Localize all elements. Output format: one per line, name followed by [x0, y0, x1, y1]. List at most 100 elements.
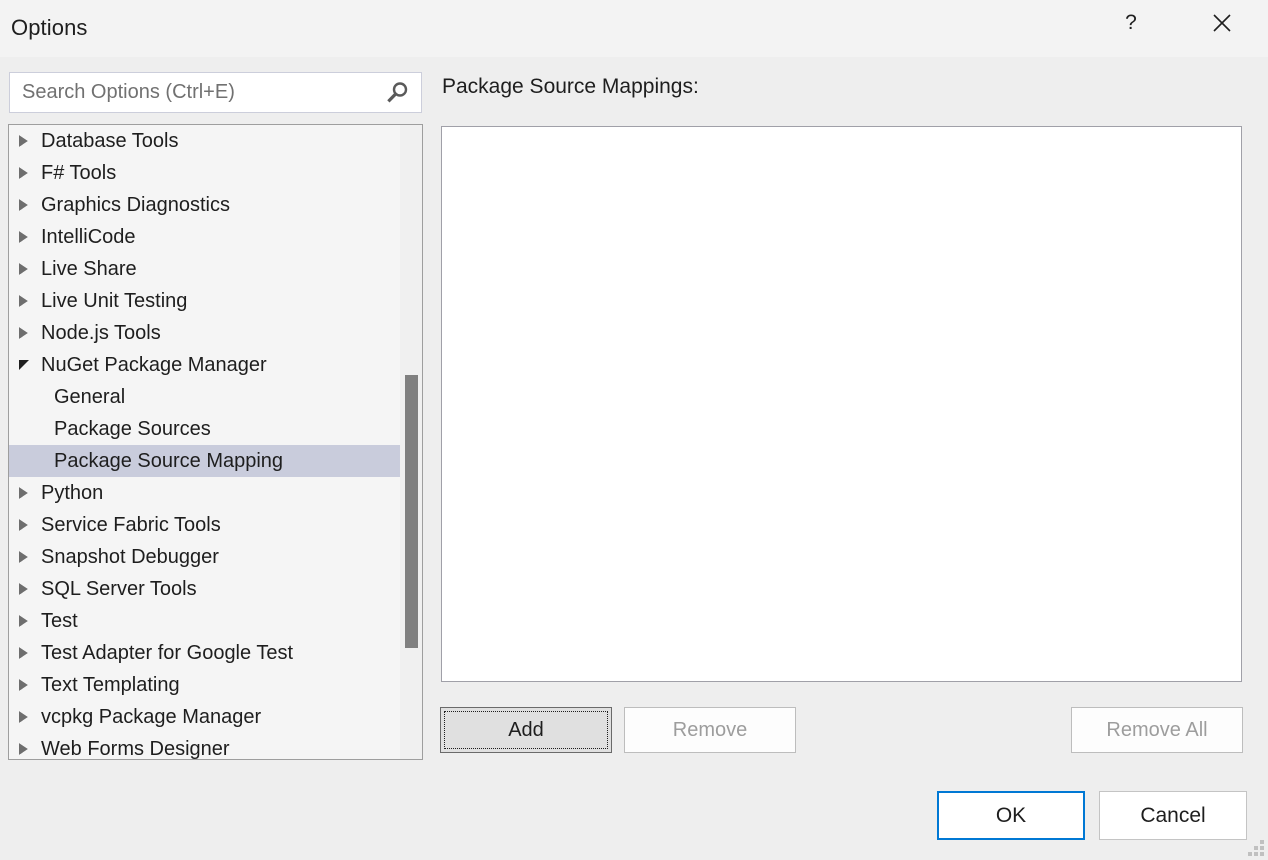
add-button-label: Add: [508, 718, 544, 741]
cancel-button[interactable]: Cancel: [1099, 791, 1247, 840]
chevron-collapsed-icon: [19, 167, 28, 179]
chevron-collapsed-icon: [19, 679, 28, 691]
close-icon: [1211, 12, 1233, 34]
tree-item-label: Snapshot Debugger: [41, 546, 219, 568]
tree-item-label: F# Tools: [41, 162, 117, 184]
chevron-collapsed-icon: [19, 743, 28, 755]
tree-item-label: Web Forms Designer: [41, 738, 230, 760]
chevron-collapsed-icon: [19, 487, 28, 499]
tree-item-package-sources[interactable]: Package Sources: [9, 413, 422, 445]
tree-item-f-tools[interactable]: F# Tools: [9, 157, 422, 189]
search-icon[interactable]: [379, 73, 415, 112]
tree-item-label: IntelliCode: [41, 226, 136, 248]
chevron-collapsed-icon: [19, 583, 28, 595]
tree-item-test-adapter-for-google-test[interactable]: Test Adapter for Google Test: [9, 637, 422, 669]
add-button[interactable]: Add: [440, 707, 612, 753]
search-input[interactable]: [10, 73, 380, 112]
tree-item-label: Database Tools: [41, 130, 179, 152]
tree-item-live-unit-testing[interactable]: Live Unit Testing: [9, 285, 422, 317]
window-title: Options: [11, 15, 88, 40]
help-button[interactable]: ?: [1108, 0, 1154, 46]
chevron-collapsed-icon[interactable]: [19, 295, 41, 307]
chevron-collapsed-icon[interactable]: [19, 231, 41, 243]
tree-item-service-fabric-tools[interactable]: Service Fabric Tools: [9, 509, 422, 541]
svg-text:?: ?: [1125, 12, 1137, 34]
chevron-expanded-icon: [19, 360, 29, 370]
chevron-collapsed-icon[interactable]: [19, 551, 41, 563]
tree-item-label: Package Sources: [54, 418, 211, 440]
chevron-collapsed-icon: [19, 135, 28, 147]
tree-item-snapshot-debugger[interactable]: Snapshot Debugger: [9, 541, 422, 573]
remove-all-button: Remove All: [1071, 707, 1243, 753]
tree-item-web-forms-designer[interactable]: Web Forms Designer: [9, 733, 422, 760]
chevron-collapsed-icon[interactable]: [19, 583, 41, 595]
ok-button[interactable]: OK: [937, 791, 1085, 840]
tree-item-vcpkg-package-manager[interactable]: vcpkg Package Manager: [9, 701, 422, 733]
chevron-collapsed-icon: [19, 327, 28, 339]
chevron-collapsed-icon: [19, 519, 28, 531]
chevron-collapsed-icon[interactable]: [19, 743, 41, 755]
title-bar: Options ?: [0, 0, 1268, 57]
tree-item-python[interactable]: Python: [9, 477, 422, 509]
chevron-collapsed-icon[interactable]: [19, 135, 41, 147]
chevron-collapsed-icon: [19, 711, 28, 723]
tree-item-label: Text Templating: [41, 674, 180, 696]
chevron-collapsed-icon: [19, 295, 28, 307]
chevron-collapsed-icon[interactable]: [19, 199, 41, 211]
chevron-collapsed-icon[interactable]: [19, 615, 41, 627]
chevron-collapsed-icon: [19, 231, 28, 243]
tree-item-label: Graphics Diagnostics: [41, 194, 230, 216]
remove-all-button-label: Remove All: [1106, 718, 1208, 741]
package-source-mappings-list[interactable]: [441, 126, 1242, 682]
tree-item-label: Live Unit Testing: [41, 290, 188, 312]
tree-item-package-source-mapping[interactable]: Package Source Mapping: [9, 445, 422, 477]
remove-button: Remove: [624, 707, 796, 753]
resize-grip[interactable]: [1248, 840, 1264, 856]
tree-item-nuget-package-manager[interactable]: NuGet Package Manager: [9, 349, 422, 381]
tree-item-node-js-tools[interactable]: Node.js Tools: [9, 317, 422, 349]
tree-item-label: Python: [41, 482, 104, 504]
tree-item-label: Package Source Mapping: [54, 450, 284, 472]
tree-scrollbar-thumb[interactable]: [405, 375, 418, 648]
tree-scrollbar[interactable]: [400, 125, 422, 759]
tree-item-test[interactable]: Test: [9, 605, 422, 637]
chevron-collapsed-icon[interactable]: [19, 263, 41, 275]
remove-button-label: Remove: [672, 718, 748, 741]
tree-item-label: Test: [41, 610, 78, 632]
tree-item-database-tools[interactable]: Database Tools: [9, 125, 422, 157]
tree-item-label: Node.js Tools: [41, 322, 161, 344]
chevron-collapsed-icon[interactable]: [19, 327, 41, 339]
chevron-collapsed-icon[interactable]: [19, 711, 41, 723]
tree-item-text-templating[interactable]: Text Templating: [9, 669, 422, 701]
tree-item-general[interactable]: General: [9, 381, 422, 413]
chevron-collapsed-icon[interactable]: [19, 647, 41, 659]
chevron-collapsed-icon: [19, 199, 28, 211]
tree-item-live-share[interactable]: Live Share: [9, 253, 422, 285]
tree-item-label: Service Fabric Tools: [41, 514, 221, 536]
chevron-collapsed-icon: [19, 551, 28, 563]
tree-item-label: NuGet Package Manager: [41, 354, 267, 376]
tree-item-label: Live Share: [41, 258, 137, 280]
tree-item-graphics-diagnostics[interactable]: Graphics Diagnostics: [9, 189, 422, 221]
chevron-collapsed-icon: [19, 263, 28, 275]
chevron-collapsed-icon[interactable]: [19, 487, 41, 499]
close-button[interactable]: [1199, 0, 1245, 46]
question-mark-icon: ?: [1121, 12, 1141, 34]
chevron-collapsed-icon[interactable]: [19, 679, 41, 691]
tree-item-label: General: [54, 386, 126, 408]
tree-item-intellicode[interactable]: IntelliCode: [9, 221, 422, 253]
tree-item-sql-server-tools[interactable]: SQL Server Tools: [9, 573, 422, 605]
tree-item-label: vcpkg Package Manager: [41, 706, 262, 728]
chevron-collapsed-icon[interactable]: [19, 519, 41, 531]
chevron-collapsed-icon[interactable]: [19, 167, 41, 179]
cancel-button-label: Cancel: [1140, 803, 1206, 827]
tree-item-label: Test Adapter for Google Test: [41, 642, 294, 664]
chevron-expanded-icon[interactable]: [19, 360, 41, 370]
ok-button-label: OK: [995, 803, 1027, 827]
tree-item-label: SQL Server Tools: [41, 578, 197, 600]
chevron-collapsed-icon: [19, 615, 28, 627]
chevron-collapsed-icon: [19, 647, 28, 659]
options-tree-list: Database Tools F# Tools Graphics Diagnosti…: [9, 125, 422, 760]
pane-title: Package Source Mappings:: [442, 75, 699, 98]
search-box[interactable]: [9, 72, 422, 113]
